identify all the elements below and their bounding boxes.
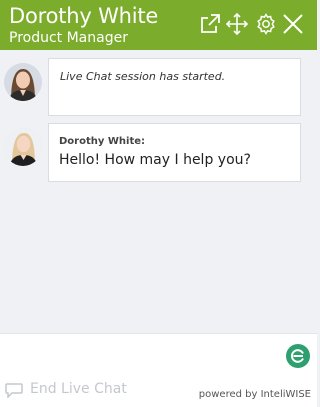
input-area: End Live Chat powered by InteliWISE	[0, 333, 317, 407]
gear-icon[interactable]	[254, 12, 278, 36]
end-chat-label: End Live Chat	[30, 381, 127, 397]
agent-role: Product Manager	[9, 30, 128, 46]
agent-name: Dorothy White	[9, 4, 159, 28]
agent-avatar	[4, 63, 42, 101]
message-text: Hello! How may I help you?	[59, 152, 251, 168]
agent-avatar	[4, 128, 42, 166]
move-icon[interactable]	[225, 12, 249, 36]
powered-by-link[interactable]: powered by InteliWISE	[199, 389, 311, 400]
chat-bubble-icon	[4, 382, 24, 398]
system-message-text: Live Chat session has started.	[60, 70, 226, 83]
external-link-icon[interactable]	[198, 12, 222, 36]
close-icon[interactable]	[281, 12, 305, 36]
chat-header: Dorothy White Product Manager	[0, 0, 317, 50]
send-button[interactable]	[286, 344, 310, 368]
message-input[interactable]	[0, 334, 282, 374]
message-sender: Dorothy White:	[59, 136, 146, 147]
system-bubble: Live Chat session has started.	[48, 58, 301, 116]
message-list: Live Chat session has started. Dorothy W…	[0, 50, 317, 333]
agent-bubble: Dorothy White: Hello! How may I help you…	[48, 123, 301, 182]
